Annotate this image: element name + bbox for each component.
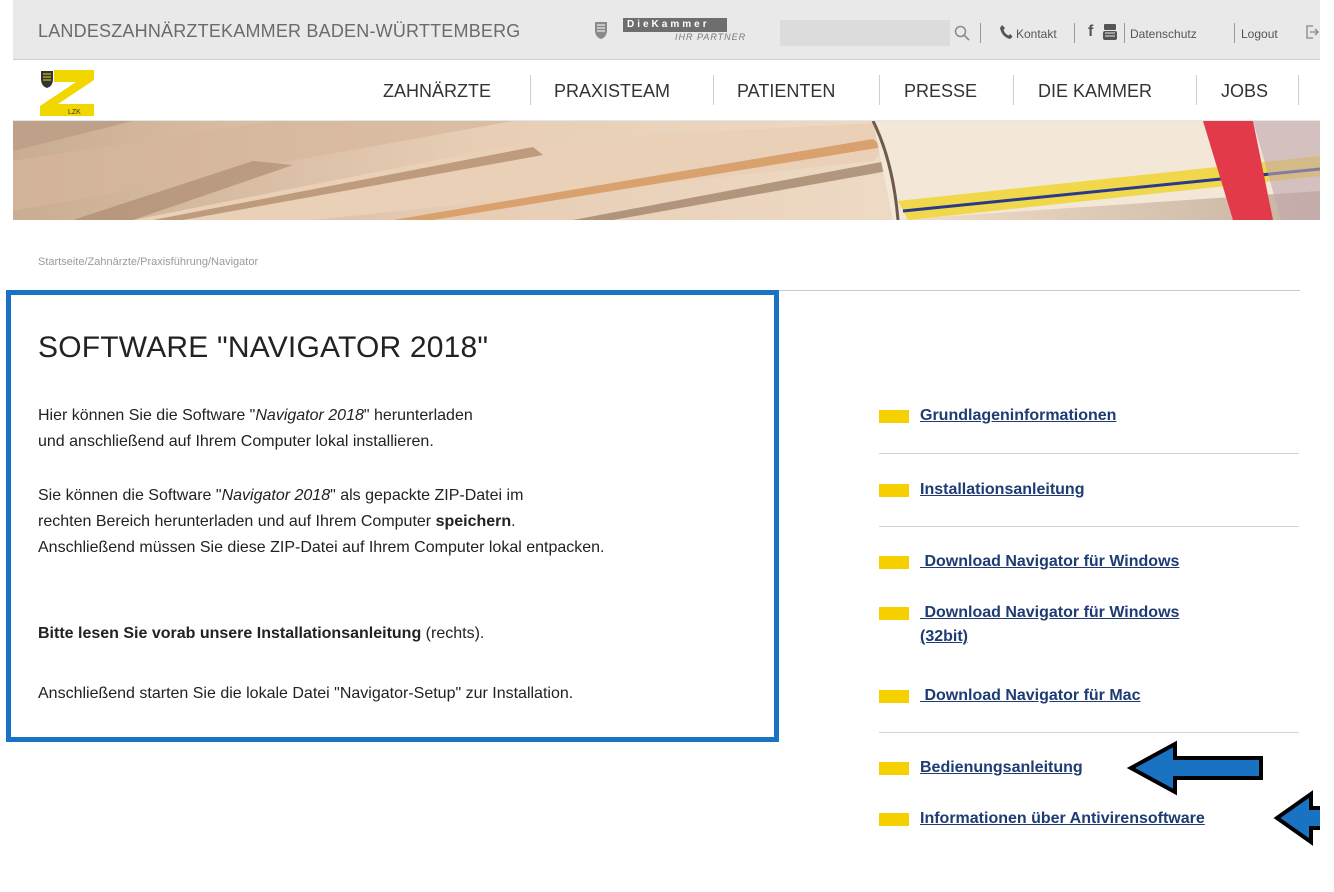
link-label[interactable]: (32bit) [920,625,968,649]
nav-divider [530,75,531,105]
nav-divider [879,75,880,105]
link-label[interactable]: Download Navigator für Mac [920,684,1140,708]
link-label[interactable]: Installationsanleitung [920,478,1084,502]
kontakt-link[interactable]: Kontakt [1016,27,1057,41]
header-banner-image [13,121,1320,220]
link-label[interactable]: Bedienungsanleitung [920,756,1083,780]
datenschutz-link[interactable]: Datenschutz [1130,27,1197,41]
text-run: " herunterladen [363,407,473,424]
notice-paragraph: Bitte lesen Sie vorab unsere Installatio… [38,621,484,647]
text-run: " als gepackte ZIP-Datei im [330,487,524,504]
divider [1234,23,1235,43]
divider [879,526,1299,527]
lzk-logo[interactable]: LZK [38,68,94,116]
yellow-marker-icon [879,762,909,775]
yellow-marker-icon [879,410,909,423]
kammer-logo-sub: IHR PARTNER [675,32,747,42]
lzk-logo-text: LZK [68,109,81,116]
left-arrow-icon [1127,740,1263,796]
logout-link[interactable]: Logout [1241,27,1278,41]
nav-praxisteam[interactable]: PRAXISTEAM [554,81,670,102]
search-icon[interactable] [953,24,971,42]
product-name: Navigator 2018 [221,487,331,504]
nav-presse[interactable]: PRESSE [904,81,977,102]
setup-paragraph: Anschließend starten Sie die lokale Date… [38,685,574,702]
divider [980,23,981,43]
left-arrow-icon [1273,790,1320,846]
youtube-icon[interactable] [1102,23,1118,41]
yellow-marker-icon [879,484,909,497]
divider [1074,23,1075,43]
nav-patienten[interactable]: PATIENTEN [737,81,835,102]
emphasis: speichern [435,513,512,530]
link-label[interactable]: Informationen über Antivirensoftware [920,807,1205,831]
yellow-marker-icon [879,690,909,703]
nav-divider [1298,75,1299,105]
emphasis: Bitte lesen Sie vorab unsere Installatio… [38,625,422,642]
main-nav: LZK ZAHNÄRZTE PRAXISTEAM PATIENTEN PRESS… [13,60,1320,121]
stray-mark [0,858,4,892]
phone-icon [1000,25,1013,39]
nav-divider [1013,75,1014,105]
link-label[interactable]: Download Navigator für Windows [920,550,1179,574]
search-input[interactable] [780,20,950,46]
nav-zahnaerzte[interactable]: ZAHNÄRZTE [383,81,491,102]
intro-paragraph: Hier können Sie die Software "Navigator … [38,403,473,455]
page-frame: LANDESZAHNÄRZTEKAMMER BADEN-WÜRTTEMBERG … [6,0,1320,892]
divider [879,732,1299,733]
text-run: . [511,513,516,530]
page-title: SOFTWARE "NAVIGATOR 2018" [38,331,489,364]
nav-divider [1196,75,1197,105]
nav-divider [713,75,714,105]
org-title[interactable]: LANDESZAHNÄRZTEKAMMER BADEN-WÜRTTEMBERG [38,21,521,42]
kammer-logo[interactable]: DieKammer IHR PARTNER [623,18,771,46]
top-bar: LANDESZAHNÄRZTEKAMMER BADEN-WÜRTTEMBERG … [13,0,1320,60]
text-run: (rechts). [421,625,485,642]
text-run: Sie können die Software " [38,487,222,504]
download-paragraph: Sie können die Software "Navigator 2018"… [38,483,605,561]
breadcrumb[interactable]: Startseite/Zahnärzte/Praxisführung/Navig… [38,256,258,268]
yellow-marker-icon [879,813,909,826]
yellow-marker-icon [879,607,909,620]
text-run: rechten Bereich herunterladen und auf Ih… [38,513,436,530]
facebook-icon[interactable]: f [1088,23,1093,41]
link-label[interactable]: Download Navigator für Windows [920,601,1179,625]
nav-die-kammer[interactable]: DIE KAMMER [1038,81,1152,102]
logout-icon[interactable] [1305,24,1319,40]
nav-jobs[interactable]: JOBS [1221,81,1268,102]
text-run: und anschließend auf Ihrem Computer loka… [38,433,434,450]
product-name: Navigator 2018 [255,407,364,424]
kammer-logo-main: DieKammer [623,18,727,32]
text-run: Hier können Sie die Software " [38,407,256,424]
divider [1124,23,1125,43]
divider [879,453,1299,454]
link-label[interactable]: Grundlageninformationen [920,404,1116,428]
text-run: Anschließend müssen Sie diese ZIP-Datei … [38,539,605,556]
yellow-marker-icon [879,556,909,569]
crest-icon [595,22,607,39]
